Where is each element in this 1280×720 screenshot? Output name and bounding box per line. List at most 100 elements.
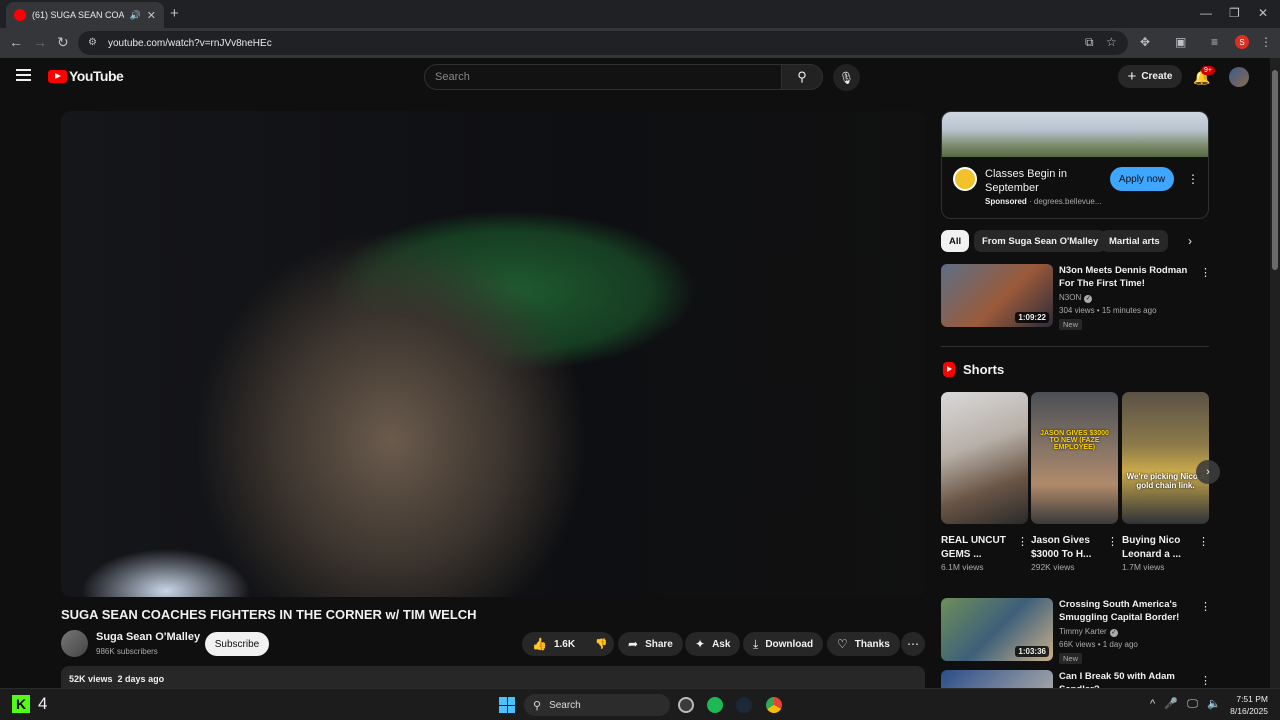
video-options-icon[interactable]: ⋮ <box>1200 600 1211 613</box>
account-avatar[interactable] <box>1229 67 1249 87</box>
bookmark-star-icon[interactable]: ☆ <box>1106 35 1117 49</box>
like-button[interactable]: 👍 1.6K <box>522 632 585 656</box>
short-thumbnail[interactable]: JASON GIVES $3000 TO NEW (FAZE EMPLOYEE) <box>1031 392 1118 524</box>
reload-icon[interactable]: ↻ <box>57 34 69 51</box>
media-controls-icon[interactable]: ≡ <box>1211 35 1218 49</box>
thumbs-up-icon: 👍 <box>532 637 547 651</box>
view-count: 52K views <box>69 674 113 684</box>
download-button[interactable]: ⤓ Download <box>743 632 824 656</box>
posted-date: 2 days ago <box>117 674 165 684</box>
taskbar-search[interactable]: ⚲ Search <box>524 694 670 716</box>
shorts-next-button[interactable]: › <box>1196 460 1220 484</box>
scrollbar-thumb[interactable] <box>1272 70 1278 270</box>
youtube-logo[interactable]: YouTube <box>48 68 124 84</box>
video-player[interactable] <box>61 111 925 597</box>
ad-title[interactable]: Classes Begin in September <box>985 167 1095 195</box>
recommended-video[interactable]: Can I Break 50 with Adam Sandler? ⋮ <box>941 670 1209 688</box>
shorts-title: Shorts <box>963 362 1005 377</box>
recommended-video[interactable]: 1:03:36 Crossing South America's Smuggli… <box>941 598 1211 664</box>
short-item[interactable]: REAL UNCUT GEMS ... 6.1M views ⋮ <box>941 392 1028 572</box>
close-tab-icon[interactable]: ✕ <box>147 9 156 22</box>
recommended-title[interactable]: Crossing South America's Smuggling Capit… <box>1059 598 1194 624</box>
close-window-icon[interactable]: ✕ <box>1258 6 1268 20</box>
chip-martial-arts[interactable]: Martial arts <box>1101 230 1168 252</box>
recommended-video[interactable]: 1:09:22 N3on Meets Dennis Rodman For The… <box>941 264 1211 330</box>
tab-title: (61) SUGA SEAN COACHES FIGHTERS IN THE C… <box>32 10 124 20</box>
windows-start-icon[interactable] <box>499 697 515 713</box>
audio-playing-icon[interactable]: 🔊 <box>130 10 141 21</box>
browser-tab[interactable]: (61) SUGA SEAN COACHES FIGHTERS IN THE C… <box>6 2 164 28</box>
ad-banner-image[interactable] <box>942 112 1208 157</box>
menu-icon[interactable] <box>16 69 31 81</box>
voice-search-button[interactable]: 🎙 <box>833 64 860 91</box>
split-view-icon[interactable]: ▣ <box>1175 35 1186 49</box>
youtube-play-icon <box>48 69 67 83</box>
short-thumbnail[interactable]: We're picking Nico a gold chain link. <box>1122 392 1209 524</box>
ask-button[interactable]: ✦ Ask <box>685 632 741 656</box>
more-actions-button[interactable]: ⋯ <box>901 632 925 656</box>
spotify-icon[interactable] <box>707 697 723 713</box>
site-info-icon[interactable]: ⚙ <box>88 37 100 49</box>
taskbar-search-label: Search <box>549 699 581 711</box>
video-thumbnail[interactable]: 1:03:36 <box>941 598 1053 661</box>
forward-icon[interactable]: → <box>33 34 47 50</box>
short-item[interactable]: We're picking Nico a gold chain link. Bu… <box>1122 392 1209 572</box>
search-button[interactable]: ⚲ <box>781 64 823 90</box>
search-input[interactable]: Search <box>424 64 782 90</box>
restore-icon[interactable]: ❐ <box>1229 6 1240 20</box>
recommended-title[interactable]: N3on Meets Dennis Rodman For The First T… <box>1059 264 1194 290</box>
apply-now-button[interactable]: Apply now <box>1110 167 1174 191</box>
install-app-icon[interactable]: ⧉ <box>1085 35 1094 50</box>
search-icon: ⚲ <box>797 69 807 84</box>
age-label: 15 minutes ago <box>1101 306 1157 315</box>
channel-avatar[interactable] <box>61 630 88 657</box>
kick-count: 4 <box>38 694 48 713</box>
share-button[interactable]: ➦ Share <box>618 632 683 656</box>
minimize-icon[interactable]: — <box>1200 6 1212 20</box>
short-caption[interactable]: REAL UNCUT GEMS ... <box>941 534 1015 562</box>
profile-avatar[interactable]: S <box>1235 35 1249 49</box>
back-icon[interactable]: ← <box>9 34 23 50</box>
chevron-right-icon[interactable]: › <box>1188 234 1192 248</box>
short-caption[interactable]: Jason Gives $3000 To H... <box>1031 534 1105 562</box>
section-divider <box>941 346 1209 347</box>
short-options-icon[interactable]: ⋮ <box>1107 535 1118 548</box>
sponsored-ad-card[interactable]: Classes Begin in September Sponsored · d… <box>941 111 1209 219</box>
video-thumbnail[interactable]: 1:09:22 <box>941 264 1053 327</box>
recommended-meta: 66K views • 1 day ago <box>1059 640 1138 649</box>
chrome-icon[interactable] <box>766 697 782 713</box>
subscribe-button[interactable]: Subscribe <box>205 632 269 656</box>
video-options-icon[interactable]: ⋮ <box>1200 674 1209 687</box>
views-label: 304 views <box>1059 306 1095 315</box>
recommended-title[interactable]: Can I Break 50 with Adam Sandler? <box>1059 670 1194 688</box>
video-options-icon[interactable]: ⋮ <box>1200 266 1211 279</box>
browser-toolbar: ← → ↻ ⚙ youtube.com/watch?v=rnJVv8neHEc … <box>0 28 1280 58</box>
app-icon-generic[interactable] <box>678 697 694 713</box>
dislike-button[interactable]: 👎 <box>585 632 617 656</box>
short-options-icon[interactable]: ⋮ <box>1017 535 1028 548</box>
system-tray[interactable]: ^ 🎤 🖵 🔈 <box>1150 697 1221 711</box>
ad-options-icon[interactable]: ⋮ <box>1187 172 1199 186</box>
recommended-meta: 304 views • 15 minutes ago <box>1059 306 1157 315</box>
taskbar-clock[interactable]: 7:51 PM 8/16/2025 <box>1228 693 1268 717</box>
logo-text: YouTube <box>69 68 124 84</box>
chip-all[interactable]: All <box>941 230 970 252</box>
short-caption[interactable]: Buying Nico Leonard a ... <box>1122 534 1196 562</box>
ad-domain: degrees.bellevue... <box>1033 197 1102 206</box>
share-label: Share <box>645 638 673 650</box>
create-button[interactable]: + Create <box>1118 65 1182 88</box>
new-tab-button[interactable]: + <box>170 5 179 22</box>
windows-taskbar: K 4 ⚲ Search ^ 🎤 🖵 🔈 7:51 PM 8/16/2025 <box>0 688 1280 720</box>
video-thumbnail[interactable] <box>941 670 1053 688</box>
channel-name[interactable]: Suga Sean O'Malley <box>96 631 200 643</box>
address-bar[interactable]: ⚙ youtube.com/watch?v=rnJVv8neHEc <box>78 31 1128 55</box>
short-options-icon[interactable]: ⋮ <box>1198 535 1209 548</box>
chip-from-channel[interactable]: From Suga Sean O'Malley <box>974 230 1107 252</box>
chrome-menu-icon[interactable]: ⋮ <box>1260 35 1272 49</box>
extensions-icon[interactable]: ✥ <box>1140 35 1150 49</box>
short-item[interactable]: JASON GIVES $3000 TO NEW (FAZE EMPLOYEE)… <box>1031 392 1118 572</box>
short-thumbnail[interactable] <box>941 392 1028 524</box>
thanks-button[interactable]: ♡ Thanks <box>827 632 900 656</box>
kick-widget[interactable]: K 4 <box>12 694 47 714</box>
steam-icon[interactable] <box>736 697 752 713</box>
